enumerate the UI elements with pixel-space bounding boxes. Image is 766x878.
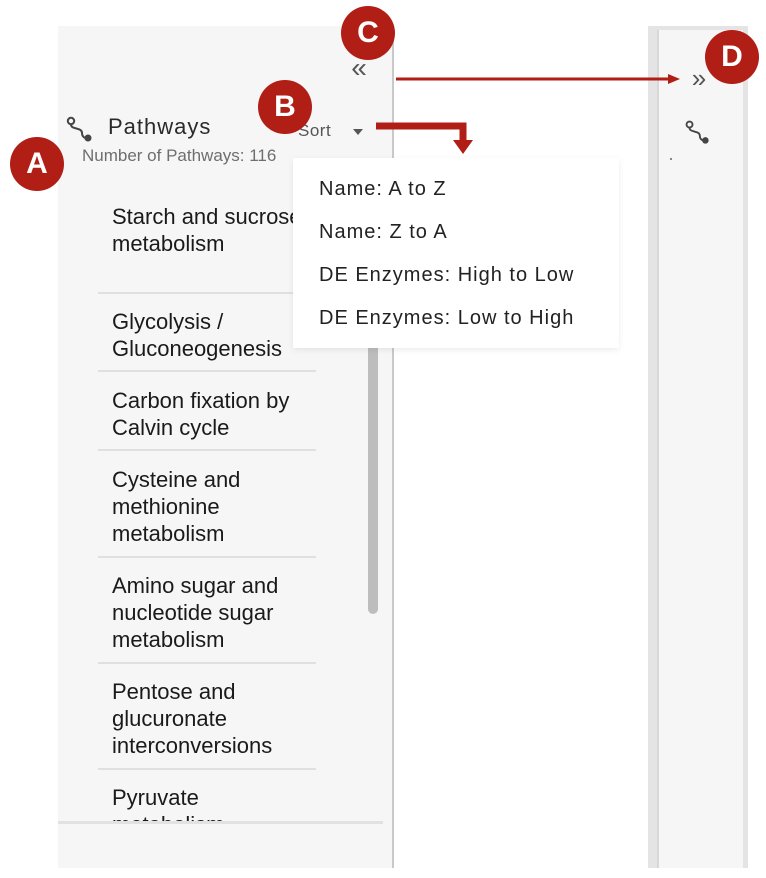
- marker-b: B: [258, 80, 312, 134]
- marker-a: A: [10, 137, 64, 191]
- sort-arrow: [376, 122, 467, 142]
- marker-c: C: [341, 6, 395, 60]
- collapse-arrowhead: [668, 74, 680, 84]
- annotation-arrows: [376, 74, 680, 154]
- sort-arrowhead: [453, 140, 473, 154]
- marker-d: D: [705, 30, 759, 84]
